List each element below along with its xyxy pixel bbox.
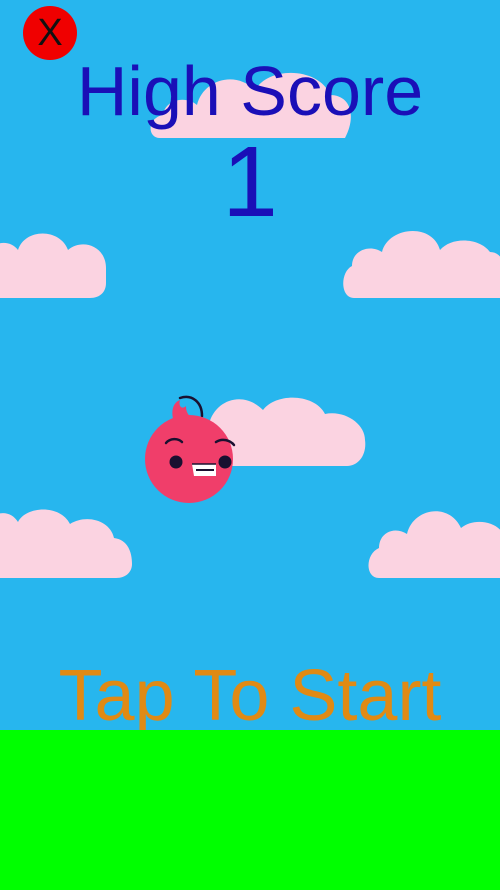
bird-icon [140, 392, 240, 504]
cloud-icon [340, 222, 500, 298]
ground [0, 730, 500, 890]
game-screen[interactable]: X High Score 1 Tap To Start [0, 0, 500, 890]
high-score-label: High Score [76, 52, 424, 130]
tap-to-start-prompt[interactable]: Tap To Start [0, 660, 500, 732]
high-score-value: 1 [222, 126, 278, 238]
cloud-icon [365, 500, 500, 578]
close-button[interactable]: X [23, 6, 77, 60]
cloud-icon [0, 228, 106, 298]
cloud-icon [0, 506, 132, 578]
close-icon: X [37, 12, 63, 54]
